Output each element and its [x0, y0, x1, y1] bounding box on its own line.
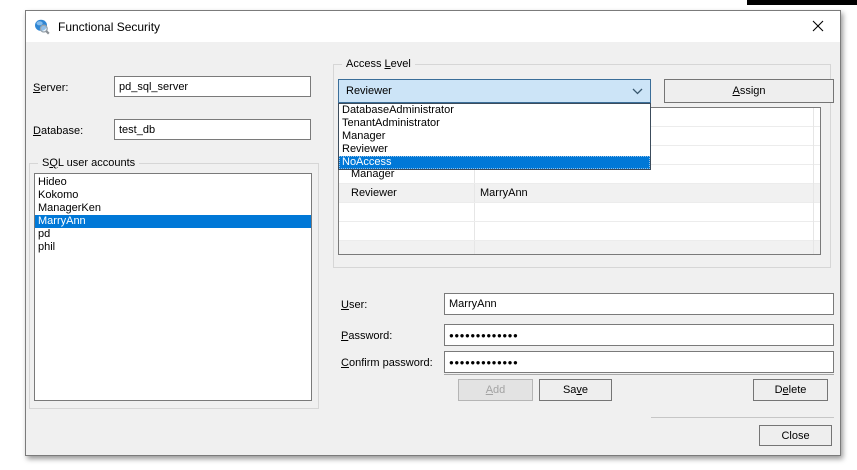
grid-cell-level [339, 203, 475, 221]
password-input[interactable] [444, 324, 834, 346]
list-item-selected[interactable]: MarryAnn [35, 215, 311, 228]
user-input[interactable] [444, 293, 834, 315]
save-button[interactable]: Sa v e [539, 379, 612, 401]
database-input[interactable] [114, 119, 311, 140]
close-dialog-button[interactable]: Close [759, 425, 832, 446]
grid-row[interactable]: Reviewer MarryAnn [339, 184, 820, 203]
database-label: Database: [33, 125, 84, 137]
grid-cell-user [475, 222, 820, 240]
title-bar: Functional Security [26, 11, 840, 42]
grid-row[interactable] [339, 241, 820, 254]
column-divider [813, 108, 814, 254]
close-icon [812, 20, 824, 32]
chevron-down-icon [632, 88, 643, 95]
combo-value: Reviewer [346, 85, 392, 97]
grid-cell-level: Reviewer [339, 184, 475, 202]
sql-user-list[interactable]: Hideo Kokomo ManagerKen MarryAnn pd phil [34, 173, 312, 401]
list-item[interactable]: ManagerKen [35, 202, 311, 215]
delete-button[interactable]: De lete [753, 379, 828, 401]
dropdown-option[interactable]: Reviewer [339, 143, 650, 156]
app-icon [34, 19, 50, 35]
server-label: Server: [33, 82, 69, 94]
grid-cell-user [475, 241, 820, 254]
form-separator [444, 374, 834, 375]
add-button: Add [458, 379, 533, 401]
grid-cell-level [339, 241, 475, 254]
grid-row[interactable] [339, 203, 820, 222]
dropdown-option-highlighted[interactable]: NoAccess [339, 156, 650, 169]
list-item[interactable]: Hideo [35, 176, 311, 189]
assign-button[interactable]: Assign [664, 79, 834, 103]
grid-cell-user [475, 203, 820, 221]
grid-cell-level [339, 222, 475, 240]
grid-row[interactable] [339, 222, 820, 241]
background-app-strip [747, 0, 857, 5]
access-level-title: Access Level [342, 58, 415, 70]
list-item[interactable]: phil [35, 241, 311, 254]
access-level-combobox[interactable]: Reviewer [338, 79, 651, 103]
user-label: User: [341, 299, 368, 311]
confirm-password-input[interactable] [444, 351, 834, 373]
dialog-title: Functional Security [58, 19, 161, 34]
grid-cell-user: MarryAnn [480, 187, 528, 199]
sql-accounts-title: SQL user accounts [38, 157, 140, 169]
password-label: Password: [341, 330, 393, 342]
dropdown-option[interactable]: TenantAdministrator [339, 117, 650, 130]
list-item[interactable]: pd [35, 228, 311, 241]
close-button[interactable] [808, 17, 828, 35]
access-level-dropdown: DatabaseAdministrator TenantAdministrato… [338, 103, 651, 170]
footer-separator [651, 417, 834, 418]
dropdown-option[interactable]: DatabaseAdministrator [339, 104, 650, 117]
confirm-password-label: Confirm password: [341, 357, 433, 369]
functional-security-dialog: Functional Security Server: Database: SQ… [25, 10, 841, 456]
dropdown-option[interactable]: Manager [339, 130, 650, 143]
server-input[interactable] [114, 76, 311, 97]
list-item[interactable]: Kokomo [35, 189, 311, 202]
